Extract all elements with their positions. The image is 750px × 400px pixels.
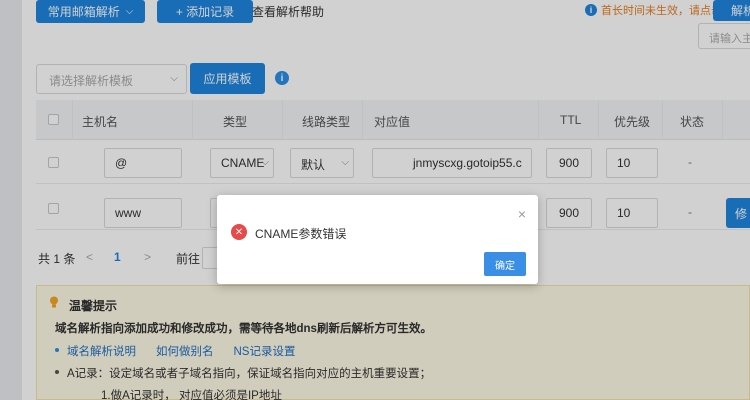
confirm-button[interactable]: 确定 — [484, 252, 526, 276]
error-dialog: × ✕ CNAME参数错误 确定 — [217, 195, 538, 284]
confirm-label: 确定 — [495, 260, 515, 272]
error-icon: ✕ — [231, 224, 247, 240]
error-message: CNAME参数错误 — [255, 227, 347, 241]
close-icon[interactable]: × — [518, 207, 526, 221]
